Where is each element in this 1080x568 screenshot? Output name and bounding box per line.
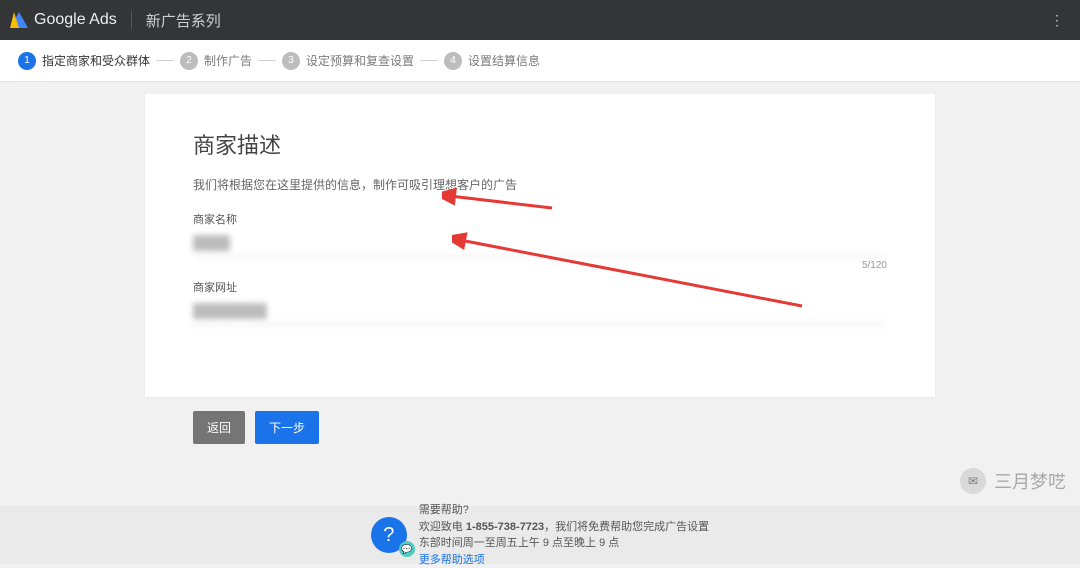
help-phone-number: 1-855-738-7723 <box>466 521 544 533</box>
more-help-link[interactable]: 更多帮助选项 <box>419 552 709 568</box>
phone-prefix: 欢迎致电 <box>419 521 466 533</box>
business-description-card: 商家描述 我们将根据您在这里提供的信息，制作可吸引理想客户的广告 商家名称 ██… <box>145 94 935 397</box>
step-label: 设置结算信息 <box>468 52 540 69</box>
phone-suffix: ，我们将免费帮助您完成广告设置 <box>544 521 709 533</box>
kebab-menu-icon[interactable]: ⋮ <box>1044 12 1070 29</box>
help-hours: 东部时间周一至周五上午 9 点至晚上 9 点 <box>419 535 709 552</box>
back-button[interactable]: 返回 <box>193 411 245 444</box>
google-ads-logo-icon <box>10 12 28 28</box>
step-1[interactable]: 1 指定商家和受众群体 <box>18 52 150 70</box>
step-separator <box>420 60 438 61</box>
help-footer: ? 💬 需要帮助? 欢迎致电 1-855-738-7723，我们将免费帮助您完成… <box>0 506 1080 564</box>
next-button[interactable]: 下一步 <box>255 411 319 444</box>
step-number: 4 <box>444 52 462 70</box>
business-url-field: 商家网址 ████████ <box>193 279 887 325</box>
step-label: 设定预算和复查设置 <box>306 52 414 69</box>
help-question-icon[interactable]: ? 💬 <box>371 517 407 553</box>
char-counter: 5/120 <box>862 260 887 271</box>
business-url-label: 商家网址 <box>193 279 887 295</box>
business-url-input[interactable]: ████████ <box>193 299 887 325</box>
card-subtitle: 我们将根据您在这里提供的信息，制作可吸引理想客户的广告 <box>193 176 887 193</box>
watermark-text: 三月梦呓 <box>994 468 1066 494</box>
watermark: ✉ 三月梦呓 <box>960 468 1066 494</box>
step-number: 1 <box>18 52 36 70</box>
step-label: 指定商家和受众群体 <box>42 52 150 69</box>
chat-bubble-icon: 💬 <box>399 541 415 557</box>
help-text-block: 需要帮助? 欢迎致电 1-855-738-7723，我们将免费帮助您完成广告设置… <box>419 502 709 568</box>
business-name-label: 商家名称 <box>193 211 887 227</box>
step-separator <box>156 60 174 61</box>
app-header: Google Ads 新广告系列 ⋮ <box>0 0 1080 40</box>
progress-stepper: 1 指定商家和受众群体 2 制作广告 3 设定预算和复查设置 4 设置结算信息 <box>0 40 1080 82</box>
card-title: 商家描述 <box>193 128 887 160</box>
step-2[interactable]: 2 制作广告 <box>180 52 252 70</box>
business-name-input[interactable]: ████ <box>193 231 887 257</box>
brand-name: Google Ads <box>34 11 117 29</box>
brand-logo: Google Ads <box>10 11 132 29</box>
business-name-field: 商家名称 ████ 5/120 <box>193 211 887 257</box>
step-number: 3 <box>282 52 300 70</box>
step-number: 2 <box>180 52 198 70</box>
action-buttons: 返回 下一步 <box>145 411 935 444</box>
help-phone-line: 欢迎致电 1-855-738-7723，我们将免费帮助您完成广告设置 <box>419 519 709 536</box>
step-3[interactable]: 3 设定预算和复查设置 <box>282 52 414 70</box>
wechat-icon: ✉ <box>960 468 986 494</box>
step-label: 制作广告 <box>204 52 252 69</box>
step-4[interactable]: 4 设置结算信息 <box>444 52 540 70</box>
page-title: 新广告系列 <box>132 10 221 31</box>
need-help-label: 需要帮助? <box>419 502 709 519</box>
step-separator <box>258 60 276 61</box>
